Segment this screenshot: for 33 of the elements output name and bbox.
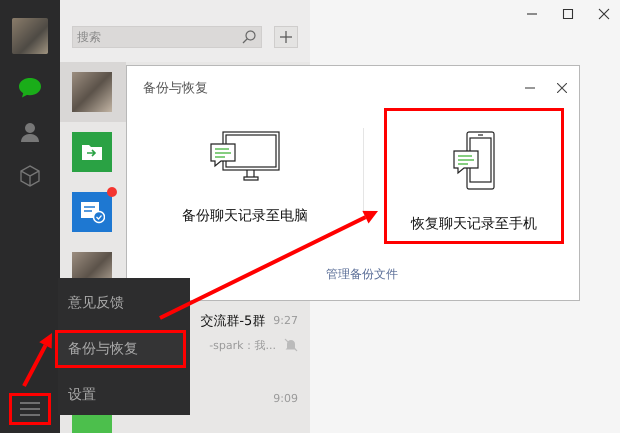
computer-chat-icon bbox=[210, 131, 280, 183]
search-field[interactable]: 搜索 bbox=[72, 26, 262, 48]
message-preview: -spark：我... bbox=[209, 338, 276, 352]
folder-icon bbox=[81, 143, 103, 161]
close-button[interactable] bbox=[598, 8, 610, 20]
search-icon bbox=[242, 30, 256, 44]
menu-item[interactable]: 设置 bbox=[58, 373, 190, 417]
menu-item[interactable]: 备份与恢复 bbox=[55, 330, 186, 368]
chat-item[interactable] bbox=[60, 62, 126, 122]
chat-time: 9:09 bbox=[273, 392, 298, 405]
annotation-arrow bbox=[22, 333, 52, 387]
avatar-photo-placeholder bbox=[72, 72, 112, 112]
menu-item[interactable]: 意见反馈 bbox=[58, 281, 190, 325]
backup-option-button[interactable]: 备份聊天记录至电脑 bbox=[127, 108, 363, 244]
close-button[interactable] bbox=[557, 83, 567, 93]
dialog-title: 备份与恢复 bbox=[143, 80, 209, 97]
menu-icon bbox=[20, 402, 40, 416]
chat-name: 交流群-5群 bbox=[200, 312, 266, 330]
maximize-button[interactable] bbox=[562, 8, 574, 20]
close-icon bbox=[598, 8, 610, 20]
chat-time: 9:27 bbox=[273, 314, 298, 327]
cube-icon[interactable] bbox=[18, 164, 42, 188]
person-icon[interactable] bbox=[18, 120, 42, 144]
add-button[interactable] bbox=[274, 26, 298, 48]
close-icon bbox=[557, 83, 567, 93]
backup-option-button[interactable]: 恢复聊天记录至手机 bbox=[384, 108, 564, 244]
manage-backups-link[interactable]: 管理备份文件 bbox=[326, 266, 398, 283]
phone-chat-icon bbox=[453, 131, 495, 191]
maximize-icon bbox=[562, 8, 574, 20]
plus-icon bbox=[280, 31, 292, 43]
menu-button[interactable] bbox=[9, 393, 51, 425]
document-check-icon bbox=[79, 200, 105, 224]
chat-bubble-icon[interactable] bbox=[18, 76, 42, 100]
